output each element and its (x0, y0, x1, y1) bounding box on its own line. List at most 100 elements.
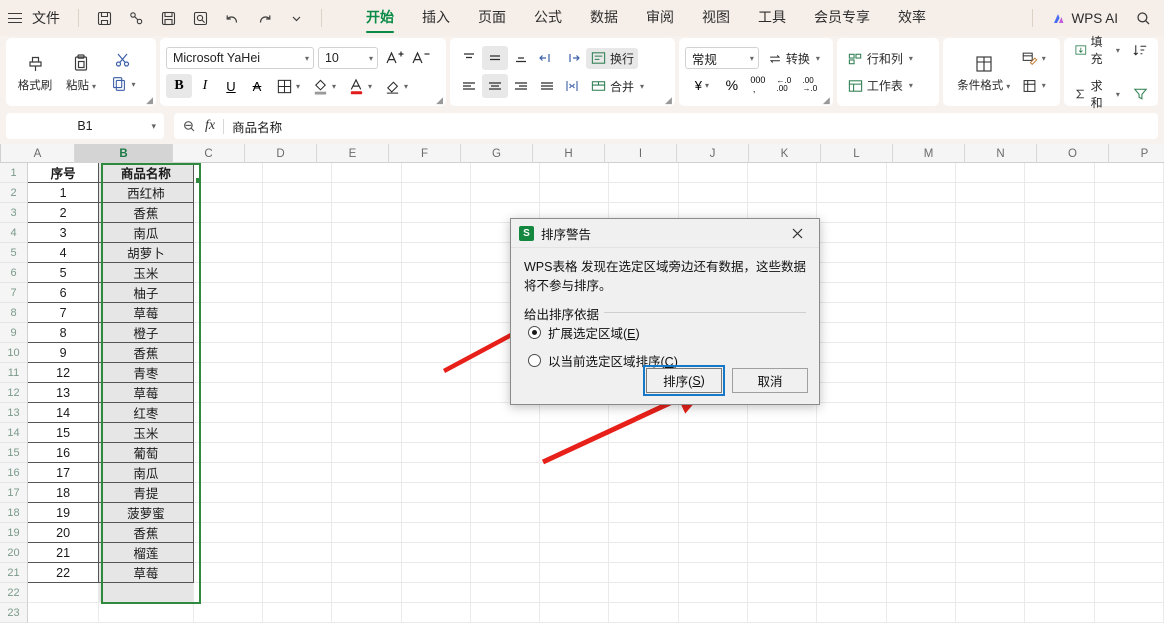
cell-F8[interactable] (402, 303, 471, 323)
cell-O1[interactable] (1025, 163, 1094, 183)
column-header-f[interactable]: F (389, 144, 461, 163)
merge-chevron-down-icon[interactable]: ▾ (640, 82, 644, 91)
redo-icon[interactable] (249, 5, 279, 31)
align-middle-button[interactable] (482, 46, 508, 70)
cell-K14[interactable] (748, 423, 817, 443)
cell-F1[interactable] (402, 163, 471, 183)
cell-H19[interactable] (540, 523, 609, 543)
cell-N17[interactable] (956, 483, 1025, 503)
cell-K23[interactable] (748, 603, 817, 623)
cell-D11[interactable] (263, 363, 332, 383)
cell-F14[interactable] (402, 423, 471, 443)
cell-L13[interactable] (817, 403, 886, 423)
cell-E3[interactable] (332, 203, 401, 223)
row-header-8[interactable]: 8 (0, 303, 28, 323)
cell-M20[interactable] (887, 543, 956, 563)
cell-F16[interactable] (402, 463, 471, 483)
cell-B15[interactable]: 葡萄 (99, 443, 193, 463)
align-bottom-button[interactable] (508, 46, 534, 70)
cell-C4[interactable] (194, 223, 263, 243)
worksheet-button[interactable]: 工作表 ▾ (843, 75, 917, 96)
cell-C19[interactable] (194, 523, 263, 543)
cell-A6[interactable]: 5 (28, 263, 99, 283)
cell-F11[interactable] (402, 363, 471, 383)
column-header-g[interactable]: G (461, 144, 533, 163)
cell-N19[interactable] (956, 523, 1025, 543)
cell-L23[interactable] (817, 603, 886, 623)
cell-I2[interactable] (609, 183, 678, 203)
cell-I18[interactable] (609, 503, 678, 523)
strikethrough-button[interactable]: A (244, 74, 270, 98)
increase-decimal-button[interactable]: ←.0.00 (771, 73, 797, 97)
cell-A19[interactable]: 20 (28, 523, 99, 543)
filter-button[interactable] (1130, 82, 1152, 106)
column-header-o[interactable]: O (1037, 144, 1109, 163)
justify-button[interactable] (534, 74, 560, 98)
cell-C2[interactable] (194, 183, 263, 203)
cell-B5[interactable]: 胡萝卜 (99, 243, 193, 263)
cell-P15[interactable] (1095, 443, 1164, 463)
cell-P12[interactable] (1095, 383, 1164, 403)
cell-E11[interactable] (332, 363, 401, 383)
cell-D19[interactable] (263, 523, 332, 543)
print-preview-icon[interactable] (185, 5, 215, 31)
tab-formula[interactable]: 公式 (520, 1, 576, 35)
cell-I13[interactable] (609, 403, 678, 423)
cell-L21[interactable] (817, 563, 886, 583)
cell-G14[interactable] (471, 423, 540, 443)
column-header-c[interactable]: C (173, 144, 245, 163)
cell-K13[interactable] (748, 403, 817, 423)
cell-F12[interactable] (402, 383, 471, 403)
cell-M17[interactable] (887, 483, 956, 503)
cell-K17[interactable] (748, 483, 817, 503)
cell-I20[interactable] (609, 543, 678, 563)
tab-page[interactable]: 页面 (464, 1, 520, 35)
row-header-13[interactable]: 13 (0, 403, 28, 423)
cell-N21[interactable] (956, 563, 1025, 583)
cell-A14[interactable]: 15 (28, 423, 99, 443)
cell-P8[interactable] (1095, 303, 1164, 323)
cell-D12[interactable] (263, 383, 332, 403)
cell-G2[interactable] (471, 183, 540, 203)
worksheet-chevron-down-icon[interactable]: ▾ (909, 81, 913, 90)
cell-K15[interactable] (748, 443, 817, 463)
cell-E18[interactable] (332, 503, 401, 523)
cell-E23[interactable] (332, 603, 401, 623)
cell-style-chevron-down-icon[interactable]: ▾ (1042, 81, 1046, 90)
cell-J23[interactable] (679, 603, 748, 623)
cell-N15[interactable] (956, 443, 1025, 463)
cell-F23[interactable] (402, 603, 471, 623)
align-top-button[interactable] (456, 46, 482, 70)
cell-D4[interactable] (263, 223, 332, 243)
cell-C8[interactable] (194, 303, 263, 323)
fill-chevron-down-icon[interactable]: ▾ (1116, 46, 1120, 55)
cell-P7[interactable] (1095, 283, 1164, 303)
cell-F10[interactable] (402, 343, 471, 363)
cell-K21[interactable] (748, 563, 817, 583)
cell-B6[interactable]: 玉米 (99, 263, 193, 283)
cell-E1[interactable] (332, 163, 401, 183)
cell-K22[interactable] (748, 583, 817, 603)
autosum-chevron-down-icon[interactable]: ▾ (1116, 90, 1120, 99)
cell-O13[interactable] (1025, 403, 1094, 423)
cell-O3[interactable] (1025, 203, 1094, 223)
cell-C17[interactable] (194, 483, 263, 503)
cell-B23[interactable] (99, 603, 193, 623)
cell-A11[interactable]: 12 (28, 363, 99, 383)
cell-C7[interactable] (194, 283, 263, 303)
cell-B21[interactable]: 草莓 (99, 563, 193, 583)
cell-N6[interactable] (956, 263, 1025, 283)
cell-M22[interactable] (887, 583, 956, 603)
cell-L22[interactable] (817, 583, 886, 603)
cell-F7[interactable] (402, 283, 471, 303)
conditional-format-button[interactable]: 条件格式▾ (953, 50, 1015, 95)
cell-M19[interactable] (887, 523, 956, 543)
align-right-button[interactable] (508, 74, 534, 98)
cancel-button[interactable]: 取消 (732, 368, 808, 393)
cell-O4[interactable] (1025, 223, 1094, 243)
cell-N3[interactable] (956, 203, 1025, 223)
cell-L3[interactable] (817, 203, 886, 223)
cell-F2[interactable] (402, 183, 471, 203)
cell-O9[interactable] (1025, 323, 1094, 343)
table-style-chevron-down-icon[interactable]: ▾ (1042, 54, 1046, 63)
